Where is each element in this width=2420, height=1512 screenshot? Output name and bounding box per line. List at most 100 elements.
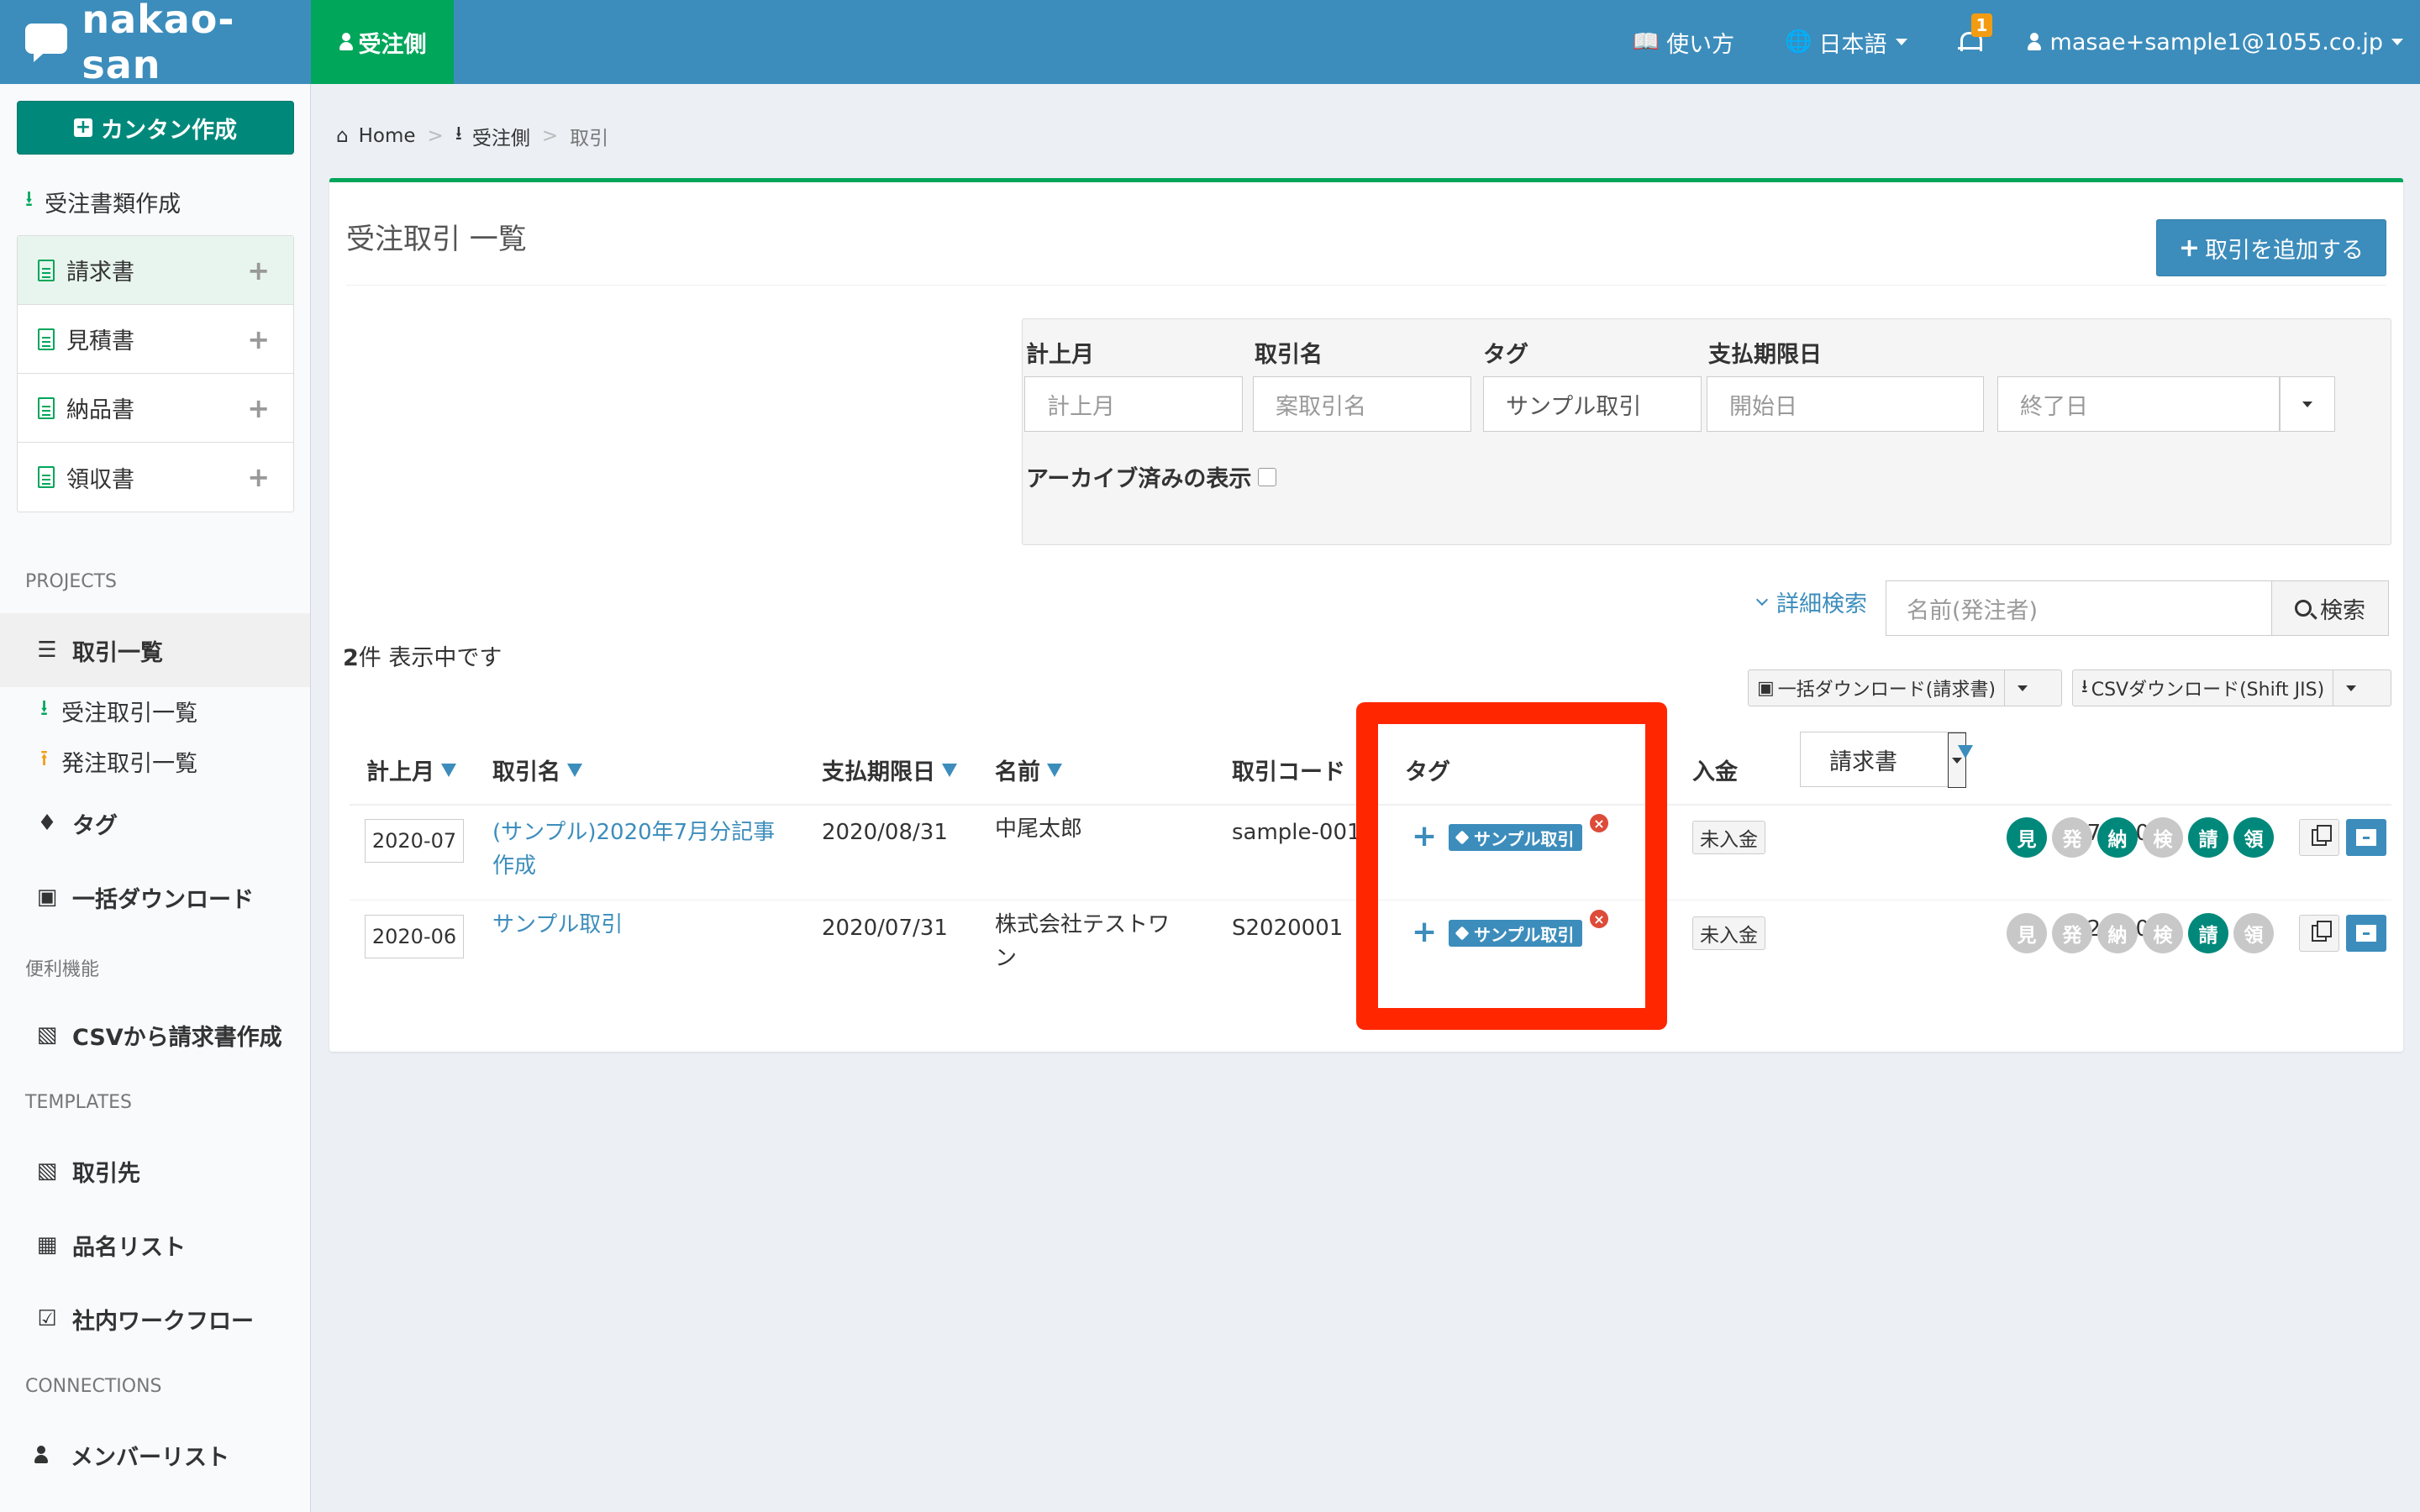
filter-icon[interactable] [1958,745,1973,759]
end-date-input[interactable]: 終了日 [1997,376,2280,432]
column-header-label: 支払期限日 [822,759,935,785]
user-menu[interactable]: masae+sample1@1055.co.jp [2027,29,2403,55]
quick-create-label: カンタン作成 [101,117,237,144]
sidebar-item-clients[interactable]: ▧ 取引先 [0,1134,310,1208]
sidebar-item-invoice[interactable]: 請求書 + [18,236,293,305]
sidebar-item-received-deals[interactable]: ⭳ 受注取引一覧 [0,687,310,734]
due-filter-label: 支払期限日 [1708,342,1822,368]
plus-icon[interactable]: + [247,255,270,286]
doc-status-estimate[interactable]: 見 [2007,913,2047,953]
date-range-dropdown[interactable] [2280,376,2335,432]
csv-download-button[interactable]: ⭳ CSVダウンロード(Shift JIS) [2072,669,2391,706]
copy-button[interactable] [2299,915,2339,952]
top-navbar: nakao-san 受注側 📖 使い方 🌐 日本語 1 masae+sample… [0,0,2420,87]
help-link[interactable]: 📖 使い方 [1633,26,1734,59]
doc-status-order[interactable]: 発 [2052,913,2092,953]
person-icon [2027,33,2042,51]
archive-button[interactable] [2346,819,2386,856]
section-label-templates: TEMPLATES [25,1092,132,1113]
column-header-payment: 入金 [1692,753,1738,786]
role-tab-label: 受注側 [358,31,427,58]
doc-status-delivery[interactable]: 納 [2097,817,2138,858]
notifications-button[interactable]: 1 [1957,13,1993,54]
start-date-input[interactable]: 開始日 [1707,376,1984,432]
notification-badge: 1 [1970,13,1993,37]
app-logo[interactable]: nakao-san [0,0,311,87]
sidebar-item-label: 品名リスト [72,1234,186,1261]
breadcrumb-side[interactable]: 受注側 [472,122,530,150]
breadcrumb-home[interactable]: Home [359,125,416,147]
sidebar-item-placed-deals[interactable]: ⭱ 発注取引一覧 [0,738,310,785]
add-deal-button[interactable]: + 取引を追加する [2156,219,2386,276]
quick-create-button[interactable]: + カンタン作成 [17,101,294,155]
due-date: 2020/07/31 [822,916,948,941]
deal-filter-input[interactable]: 案取引名 [1253,376,1471,432]
floppy-icon: ▣ [1757,677,1775,699]
copy-button[interactable] [2299,819,2339,856]
doc-status-estimate[interactable]: 見 [2007,817,2047,858]
plus-icon[interactable]: + [247,323,270,355]
column-header-month[interactable]: 計上月 [366,753,456,786]
sidebar-item-label: 受注取引一覧 [61,700,198,727]
chevron-down-icon[interactable] [2005,685,2040,691]
search-button[interactable]: 検索 [2271,580,2389,636]
doc-status-receipt[interactable]: 領 [2233,913,2274,953]
deal-code: S2020001 [1232,916,1344,941]
client-name-line: 中尾太郎 [995,816,1083,842]
help-label: 使い方 [1666,31,1735,58]
sort-icon [567,763,582,777]
month-input[interactable]: 2020-07 [365,819,464,863]
month-input[interactable]: 2020-06 [365,915,464,958]
sidebar-item-items[interactable]: ▦ 品名リスト [0,1208,310,1282]
archive-checkbox[interactable] [1258,467,1277,486]
doc-type-select[interactable]: 請求書 [1800,732,1966,788]
sidebar-item-members[interactable]: メンバーリスト [0,1418,310,1492]
sidebar-item-deals[interactable]: ☰ 取引一覧 [0,613,310,687]
column-header-name[interactable]: 名前 [995,753,1062,786]
plus-icon[interactable]: + [247,461,270,493]
role-tab[interactable]: 受注側 [311,0,454,84]
doc-status-inspection[interactable]: 検 [2143,817,2183,858]
page-title: 受注取引 一覧 [346,223,527,256]
search-input[interactable]: 名前(発注者) [1886,580,2272,636]
doc-status-delivery[interactable]: 納 [2097,913,2138,953]
bulk-download-button[interactable]: ▣ 一括ダウンロード(請求書) [1748,669,2062,706]
doc-status-receipt[interactable]: 領 [2233,817,2274,858]
doc-type-list: 請求書 + 見積書 + 納品書 + 領収書 + [17,235,294,512]
order-docs-label: 受注書類作成 [45,191,182,218]
sort-icon [441,763,456,777]
sidebar-item-receipt[interactable]: 領収書 + [18,443,293,512]
sidebar-item-estimate[interactable]: 見積書 + [18,305,293,374]
month-filter-input[interactable]: 計上月 [1024,376,1243,432]
sidebar-item-delivery[interactable]: 納品書 + [18,374,293,443]
download-icon: ⭳ [455,123,462,144]
sidebar-item-workflow[interactable]: ☑ 社内ワークフロー [0,1282,310,1356]
column-header-due[interactable]: 支払期限日 [822,753,957,786]
doc-status-invoice[interactable]: 請 [2188,913,2228,953]
chevron-down-icon [2302,401,2312,407]
sidebar-item-tags[interactable]: ♦ タグ [0,786,310,860]
advanced-search-link[interactable]: 詳細検索 [1755,585,1867,618]
archive-button[interactable] [2346,915,2386,952]
deal-link[interactable]: (サンプル)2020年7月分記事 作成 [492,816,775,883]
doc-status-invoice[interactable]: 請 [2188,817,2228,858]
language-dropdown[interactable]: 🌐 日本語 [1785,26,1907,59]
sidebar-item-label: 取引一覧 [72,639,163,666]
plus-icon[interactable]: + [247,392,270,424]
download-icon: ⭳ [40,696,49,721]
tag-filter-input[interactable]: サンプル取引 [1483,376,1702,432]
sidebar: + カンタン作成 ⭳ 受注書類作成 請求書 + 見積書 + 納品書 + 領収書 … [0,84,311,1512]
payment-status[interactable]: 未入金 [1692,916,1765,950]
sort-icon [942,763,957,777]
sidebar-item-csv-invoice[interactable]: ▧ CSVから請求書作成 [0,998,310,1072]
chevron-down-icon[interactable] [2333,685,2369,691]
language-label: 日本語 [1818,31,1887,58]
doc-status-inspection[interactable]: 検 [2143,913,2183,953]
sidebar-item-bulk-download[interactable]: ▣ 一括ダウンロード [0,860,310,934]
order-docs-header[interactable]: ⭳ 受注書類作成 [25,183,181,220]
deal-link[interactable]: サンプル取引 [492,908,623,942]
payment-status[interactable]: 未入金 [1692,821,1765,854]
doc-type-select-value: 請求書 [1829,748,1897,775]
doc-status-order[interactable]: 発 [2052,817,2092,858]
column-header-deal[interactable]: 取引名 [492,753,582,786]
